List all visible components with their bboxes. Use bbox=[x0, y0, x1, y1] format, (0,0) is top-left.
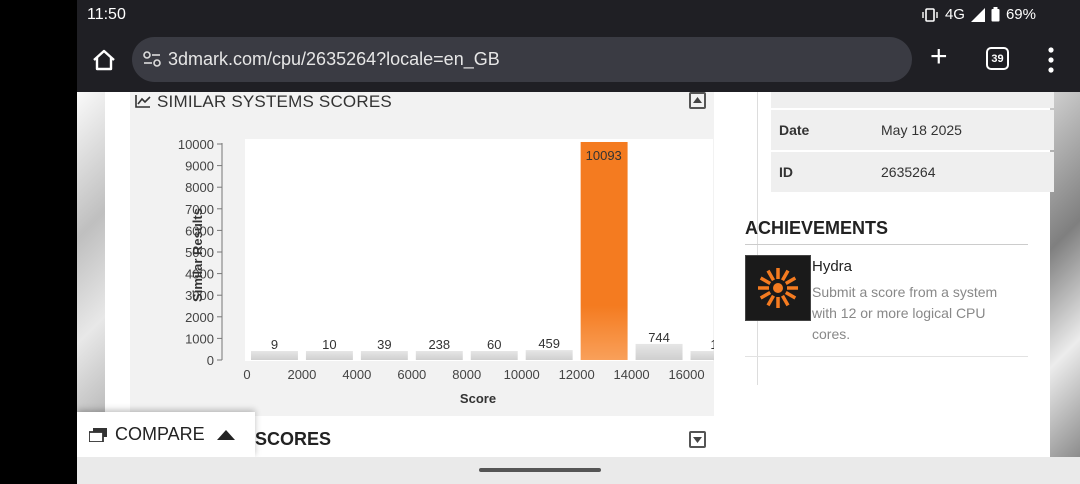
compare-label: COMPARE bbox=[115, 424, 205, 444]
signal-icon bbox=[970, 7, 985, 22]
hydra-core bbox=[773, 283, 783, 293]
status-bar: 11:50 4G 69% bbox=[77, 0, 1080, 30]
web-page: 0 1000 2000 3000 4000 5000 6000 7000 8000 9000 100… bbox=[77, 92, 1080, 457]
info-row bbox=[771, 92, 1054, 108]
bar-highlight bbox=[580, 141, 628, 360]
info-row-id: ID 2635264 bbox=[771, 152, 1054, 192]
status-icons: 4G 69% bbox=[921, 6, 1036, 23]
hydra-ray bbox=[784, 290, 797, 300]
x-tick-label: 0 bbox=[243, 367, 250, 382]
y-tick-label: 2000 bbox=[185, 310, 214, 325]
battery-percent: 69% bbox=[1005, 6, 1036, 23]
similar-scores-title: SIMILAR SYSTEMS SCORES bbox=[157, 92, 392, 111]
home-icon[interactable] bbox=[91, 47, 117, 73]
bar bbox=[305, 351, 353, 360]
bar-value-label: 10093 bbox=[586, 148, 622, 163]
hydra-icon bbox=[758, 268, 798, 308]
caret-up-icon bbox=[216, 429, 235, 440]
hydra-ray bbox=[766, 294, 776, 307]
bar-value-label: 238 bbox=[428, 337, 450, 352]
histogram-chart: 0100020003000400050006000700080009000100… bbox=[178, 137, 714, 406]
page-content: 0 1000 2000 3000 4000 5000 6000 7000 8000 9000 100… bbox=[105, 92, 1054, 457]
x-tick-label: 6000 bbox=[397, 367, 426, 382]
hydra-ray bbox=[780, 269, 790, 282]
url-text[interactable]: 3dmark.com/cpu/2635264?locale=en_GB bbox=[168, 49, 500, 70]
hydra-ray bbox=[780, 294, 790, 307]
x-tick-label: 10000 bbox=[504, 367, 540, 382]
achievement-divider bbox=[745, 356, 1028, 357]
hydra-badge bbox=[745, 255, 811, 321]
collapse-up-button[interactable] bbox=[689, 92, 706, 109]
similar-scores-header: SIMILAR SYSTEMS SCORES bbox=[135, 92, 392, 112]
hydra-ray bbox=[759, 276, 772, 286]
bar bbox=[525, 350, 573, 360]
hydra-ray bbox=[766, 269, 776, 282]
browser-toolbar: 3dmark.com/cpu/2635264?locale=en_GB + 39 bbox=[77, 30, 1080, 92]
x-tick-label: 14000 bbox=[614, 367, 650, 382]
chevron-up-icon bbox=[693, 97, 702, 103]
y-tick-label: 9000 bbox=[185, 159, 214, 174]
menu-icon[interactable] bbox=[1047, 45, 1055, 75]
expand-down-button[interactable] bbox=[689, 431, 706, 448]
bar-value-label: 10 bbox=[322, 337, 336, 352]
left-black-bar bbox=[0, 0, 77, 484]
network-type: 4G bbox=[944, 6, 965, 23]
gesture-nav-bar bbox=[77, 457, 1080, 484]
x-tick-label: 12000 bbox=[559, 367, 595, 382]
chart-line-icon bbox=[135, 95, 151, 108]
site-settings-icon[interactable] bbox=[142, 50, 162, 68]
background-image-right bbox=[1050, 92, 1080, 457]
bar-value-label: 60 bbox=[487, 337, 501, 352]
info-key: Date bbox=[779, 122, 810, 138]
bar bbox=[690, 351, 714, 360]
achievement-name[interactable]: Hydra bbox=[812, 258, 852, 275]
plot-area bbox=[245, 139, 713, 361]
compare-icon bbox=[89, 427, 107, 442]
bar bbox=[470, 351, 518, 360]
achievement-description: Submit a score from a system with 12 or … bbox=[812, 284, 998, 342]
x-tick-label: 8000 bbox=[452, 367, 481, 382]
y-tick-label: 10000 bbox=[178, 137, 214, 152]
bar bbox=[635, 343, 683, 360]
similar-scores-card: 0 1000 2000 3000 4000 5000 6000 7000 8000 9000 100… bbox=[130, 92, 714, 416]
bar bbox=[251, 351, 298, 360]
info-row-date: Date May 18 2025 bbox=[771, 110, 1054, 150]
achievements-divider bbox=[745, 244, 1028, 245]
hydra-ray bbox=[759, 290, 772, 300]
battery-icon bbox=[991, 7, 1000, 22]
bar-value-label: 459 bbox=[538, 336, 560, 351]
x-tick-label: 2000 bbox=[287, 367, 316, 382]
tab-switcher-button[interactable]: 39 bbox=[986, 47, 1009, 70]
x-axis-title: Score bbox=[460, 391, 496, 406]
info-value: 2635264 bbox=[881, 164, 936, 180]
compare-button[interactable]: COMPARE bbox=[77, 412, 255, 457]
achievements-title: ACHIEVEMENTS bbox=[745, 218, 889, 238]
new-tab-icon[interactable]: + bbox=[930, 42, 948, 72]
y-axis-title: Similar Results bbox=[190, 208, 205, 302]
bar-value-label: 744 bbox=[648, 330, 670, 345]
scores-title: SCORES bbox=[255, 429, 332, 449]
y-tick-label: 1000 bbox=[185, 331, 214, 346]
x-tick-label: 16000 bbox=[668, 367, 704, 382]
bar-value-label: 39 bbox=[377, 337, 391, 352]
bar-value-label: 1 bbox=[710, 337, 714, 352]
bar bbox=[360, 351, 408, 360]
home-gesture-handle[interactable] bbox=[479, 468, 601, 472]
chevron-down-icon bbox=[693, 437, 702, 443]
bar-value-label: 9 bbox=[271, 337, 278, 352]
tab-count: 39 bbox=[991, 52, 1004, 65]
x-tick-label: 4000 bbox=[342, 367, 371, 382]
bar bbox=[415, 351, 463, 360]
info-key: ID bbox=[779, 164, 793, 180]
y-tick-label: 0 bbox=[207, 353, 214, 368]
info-value: May 18 2025 bbox=[881, 122, 962, 138]
y-tick-label: 8000 bbox=[185, 180, 214, 195]
address-bar[interactable]: 3dmark.com/cpu/2635264?locale=en_GB bbox=[132, 37, 912, 82]
status-time: 11:50 bbox=[87, 6, 126, 23]
vibrate-icon bbox=[922, 7, 938, 22]
info-table: Date May 18 2025 ID 2635264 bbox=[771, 92, 1054, 194]
hydra-ray bbox=[784, 276, 797, 286]
